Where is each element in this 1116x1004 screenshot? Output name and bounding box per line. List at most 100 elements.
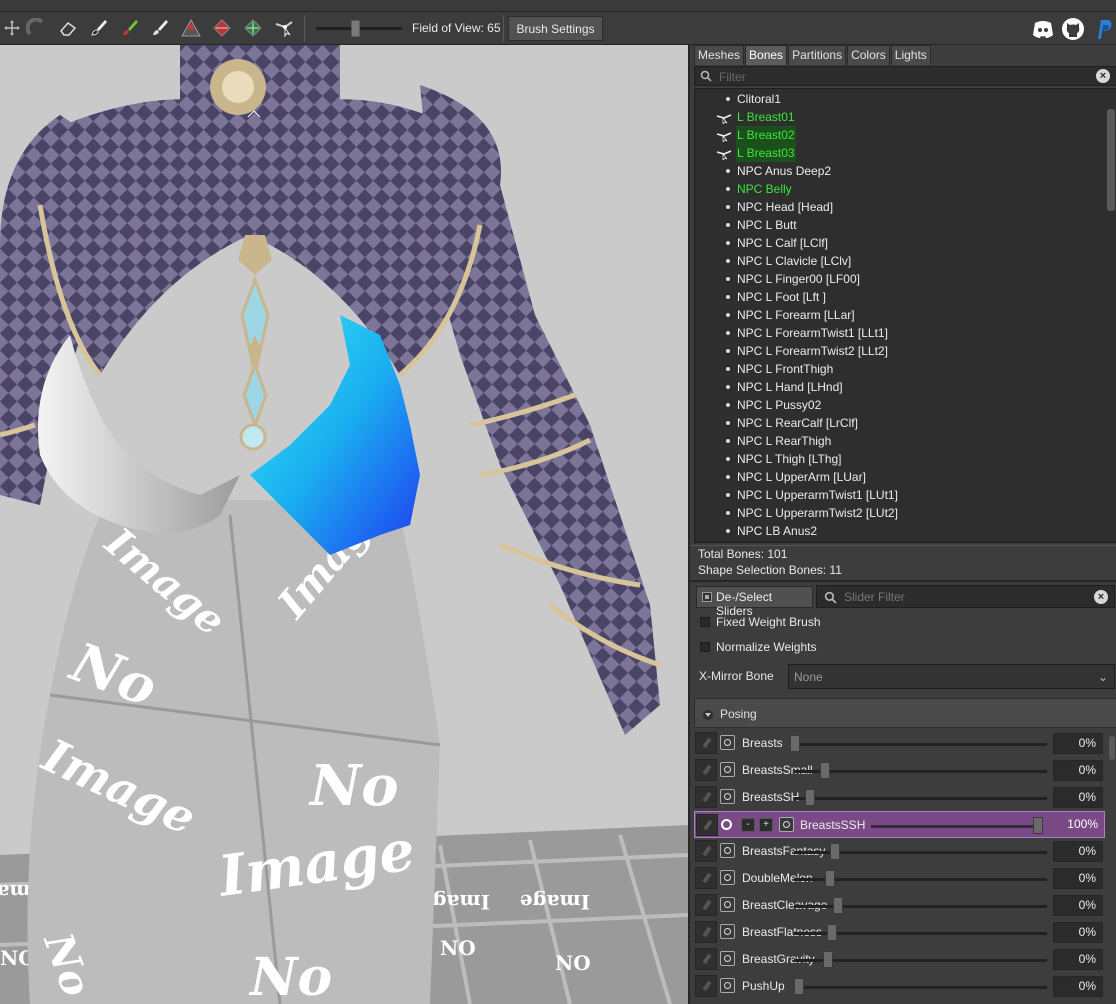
slider-row[interactable]: BreastsSmall 0% bbox=[694, 757, 1105, 784]
slider-value[interactable]: 0% bbox=[1053, 787, 1103, 808]
bone-list-item[interactable]: NPC L Thigh [LThg] bbox=[695, 450, 1100, 468]
slider-edit-icon[interactable] bbox=[696, 814, 718, 836]
bone-list-item[interactable]: Clitoral1 bbox=[695, 90, 1100, 108]
tab-bones[interactable]: Bones bbox=[745, 45, 788, 65]
tab-colors[interactable]: Colors bbox=[847, 45, 890, 65]
slider-thumb[interactable] bbox=[830, 843, 840, 860]
bone-list-item[interactable]: NPC Belly bbox=[695, 180, 1100, 198]
slider-track[interactable] bbox=[794, 770, 1047, 773]
slider-edit-icon[interactable] bbox=[695, 786, 717, 808]
discord-icon[interactable] bbox=[1031, 17, 1055, 41]
slider-row[interactable]: BreastCleavage 0% bbox=[694, 892, 1105, 919]
alpha-brush-icon[interactable] bbox=[148, 16, 172, 40]
slider-edit-icon[interactable] bbox=[695, 867, 717, 889]
select-icon[interactable] bbox=[24, 16, 48, 40]
bone-list-item[interactable]: NPC L Forearm [LLar] bbox=[695, 306, 1100, 324]
inflate-icon[interactable] bbox=[179, 16, 203, 40]
slider-edit-icon[interactable] bbox=[695, 948, 717, 970]
fixed-weight-brush-checkbox[interactable]: Fixed Weight Brush bbox=[700, 615, 900, 631]
bone-list-item[interactable]: NPC L UpperarmTwist1 [LUt1] bbox=[695, 486, 1100, 504]
bone-list-item[interactable]: NPC L Pussy02 bbox=[695, 396, 1100, 414]
bone-list-item[interactable]: NPC L ForearmTwist2 [LLt2] bbox=[695, 342, 1100, 360]
bone-list-item[interactable]: NPC L ForearmTwist1 [LLt1] bbox=[695, 324, 1100, 342]
bone-filter[interactable]: Filter × bbox=[694, 66, 1116, 86]
slider-list[interactable]: Breasts 0% BreastsSmall 0% BreastsSH 0% - + Brea… bbox=[694, 730, 1116, 1004]
clear-filter-icon[interactable]: × bbox=[1096, 69, 1110, 83]
slider-checkbox[interactable] bbox=[720, 978, 735, 993]
bone-list-item[interactable]: NPC LB Anus2 bbox=[695, 522, 1100, 540]
slider-edit-icon[interactable] bbox=[695, 732, 717, 754]
slider-value[interactable]: 0% bbox=[1053, 868, 1103, 889]
slider-thumb[interactable] bbox=[827, 924, 837, 941]
slider-edit-icon[interactable] bbox=[695, 921, 717, 943]
paypal-icon[interactable] bbox=[1092, 17, 1116, 41]
bone-list-item[interactable]: NPC L Finger00 [LF00] bbox=[695, 270, 1100, 288]
slider-row[interactable]: BreastFlatness 0% bbox=[694, 919, 1105, 946]
bone-list-item[interactable]: NPC L UpperArm [LUar] bbox=[695, 468, 1100, 486]
slider-track[interactable] bbox=[794, 905, 1047, 908]
3d-viewport[interactable]: Image Image NO NO Image NO bbox=[0, 45, 688, 1004]
bone-list-item[interactable]: L Breast02 bbox=[695, 126, 1100, 144]
slider-checkbox[interactable] bbox=[720, 789, 735, 804]
slider-thumb[interactable] bbox=[825, 870, 835, 887]
deflate-icon[interactable] bbox=[210, 16, 234, 40]
slider-checkbox[interactable] bbox=[720, 735, 735, 750]
github-icon[interactable] bbox=[1061, 17, 1085, 41]
tab-partitions[interactable]: Partitions bbox=[788, 45, 847, 65]
slider-checkbox[interactable] bbox=[720, 843, 735, 858]
slider-edit-icon[interactable] bbox=[695, 840, 717, 862]
slider-row[interactable]: DoubleMelon 0% bbox=[694, 865, 1105, 892]
bone-list-item[interactable]: NPC L Hand [LHnd] bbox=[695, 378, 1100, 396]
move-icon[interactable] bbox=[0, 16, 24, 40]
slider-value[interactable]: 100% bbox=[1054, 815, 1104, 836]
bone-list-scrollbar[interactable] bbox=[1107, 109, 1115, 211]
slider-edit-icon[interactable] bbox=[695, 975, 717, 997]
move-vertex-icon[interactable] bbox=[241, 16, 265, 40]
tab-meshes[interactable]: Meshes bbox=[694, 45, 745, 65]
slider-value[interactable]: 0% bbox=[1053, 733, 1103, 754]
slider-checkbox[interactable] bbox=[720, 897, 735, 912]
bone-list-item[interactable]: NPC Head [Head] bbox=[695, 198, 1100, 216]
slider-row[interactable]: PushUp 0% bbox=[694, 973, 1105, 1000]
eraser-icon[interactable] bbox=[56, 16, 80, 40]
bone-list-item[interactable]: NPC L Clavicle [LClv] bbox=[695, 252, 1100, 270]
slider-thumb[interactable] bbox=[790, 735, 800, 752]
slider-thumb[interactable] bbox=[805, 789, 815, 806]
bone-list[interactable]: Clitoral1 L Breast01 L Breast02 L Breast03 N… bbox=[694, 88, 1116, 543]
clear-slider-filter-icon[interactable]: × bbox=[1094, 590, 1108, 604]
bone-list-item[interactable]: NPC L Calf [LClf] bbox=[695, 234, 1100, 252]
slider-value[interactable]: 0% bbox=[1053, 922, 1103, 943]
slider-value[interactable]: 0% bbox=[1053, 976, 1103, 997]
bone-list-item[interactable]: NPC L RearCalf [LrClf] bbox=[695, 414, 1100, 432]
weight-brush-icon[interactable] bbox=[272, 16, 296, 40]
slider-value[interactable]: 0% bbox=[1053, 895, 1103, 916]
bone-list-item[interactable]: L Breast03 bbox=[695, 144, 1100, 162]
slider-track[interactable] bbox=[794, 797, 1047, 800]
bone-list-item[interactable]: L Breast01 bbox=[695, 108, 1100, 126]
slider-checkbox[interactable] bbox=[779, 817, 794, 832]
slider-thumb[interactable] bbox=[820, 762, 830, 779]
slider-edit-icon[interactable] bbox=[695, 894, 717, 916]
minus-button[interactable]: - bbox=[741, 818, 755, 832]
bone-list-item[interactable]: NPC L Foot [Lft ] bbox=[695, 288, 1100, 306]
slider-thumb[interactable] bbox=[1033, 817, 1043, 834]
slider-filter-input[interactable]: Slider Filter × bbox=[816, 585, 1115, 608]
slider-thumb[interactable] bbox=[833, 897, 843, 914]
bone-list-item[interactable]: NPC L FrontThigh bbox=[695, 360, 1100, 378]
slider-checkbox[interactable] bbox=[720, 924, 735, 939]
slider-row[interactable]: BreastsFantasy 0% bbox=[694, 838, 1105, 865]
edit-active-icon[interactable] bbox=[721, 819, 732, 830]
slider-checkbox[interactable] bbox=[720, 870, 735, 885]
slider-row[interactable]: BreastsSH 0% bbox=[694, 784, 1105, 811]
slider-row[interactable]: BreastGravity 0% bbox=[694, 946, 1105, 973]
slider-edit-icon[interactable] bbox=[695, 759, 717, 781]
slider-thumb[interactable] bbox=[823, 951, 833, 968]
bone-list-item[interactable]: NPC L RearThigh bbox=[695, 432, 1100, 450]
brush-settings-button[interactable]: Brush Settings bbox=[508, 16, 603, 41]
deselect-sliders-button[interactable]: De-/Select Sliders bbox=[696, 586, 813, 618]
slider-checkbox[interactable] bbox=[720, 951, 735, 966]
slider-checkbox[interactable] bbox=[720, 762, 735, 777]
color-brush-icon[interactable] bbox=[118, 16, 142, 40]
slider-track[interactable] bbox=[794, 743, 1047, 746]
plus-button[interactable]: + bbox=[759, 818, 773, 832]
